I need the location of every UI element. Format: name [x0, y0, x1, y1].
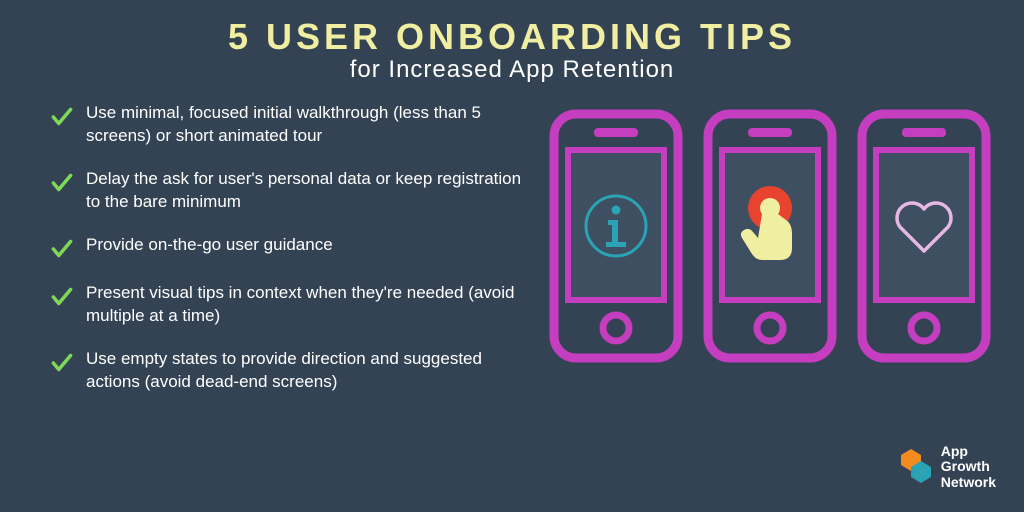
logo-line3: Network [941, 475, 996, 490]
tip-text: Delay the ask for user's personal data o… [86, 168, 536, 214]
logo-line2: Growth [941, 459, 996, 474]
tip-text: Present visual tips in context when they… [86, 282, 536, 328]
tip-text: Use empty states to provide direction an… [86, 348, 536, 394]
check-icon [48, 236, 76, 262]
tip-item: Provide on-the-go user guidance [48, 234, 536, 262]
check-icon [48, 104, 76, 130]
tip-text: Provide on-the-go user guidance [86, 234, 333, 257]
tip-item: Use empty states to provide direction an… [48, 348, 536, 394]
logo-text: App Growth Network [941, 444, 996, 490]
check-icon [48, 350, 76, 376]
logo-line1: App [941, 444, 996, 459]
check-icon [48, 170, 76, 196]
tip-item: Present visual tips in context when they… [48, 282, 536, 328]
page-subtitle: for Increased App Retention [0, 56, 1024, 84]
brand-logo: App Growth Network [899, 444, 996, 490]
tip-item: Delay the ask for user's personal data o… [48, 168, 536, 214]
logo-hex-icon [899, 447, 933, 487]
page-title: 5 USER ONBOARDING TIPS [0, 16, 1024, 58]
check-icon [48, 284, 76, 310]
header: 5 USER ONBOARDING TIPS for Increased App… [0, 0, 1024, 84]
phone-heart-icon [854, 106, 994, 366]
tip-text: Use minimal, focused initial walkthrough… [86, 102, 536, 148]
tips-list: Use minimal, focused initial walkthrough… [48, 102, 546, 414]
phones-illustration [546, 102, 994, 414]
content-row: Use minimal, focused initial walkthrough… [0, 84, 1024, 414]
tip-item: Use minimal, focused initial walkthrough… [48, 102, 536, 148]
phone-touch-icon [700, 106, 840, 366]
phone-info-icon [546, 106, 686, 366]
